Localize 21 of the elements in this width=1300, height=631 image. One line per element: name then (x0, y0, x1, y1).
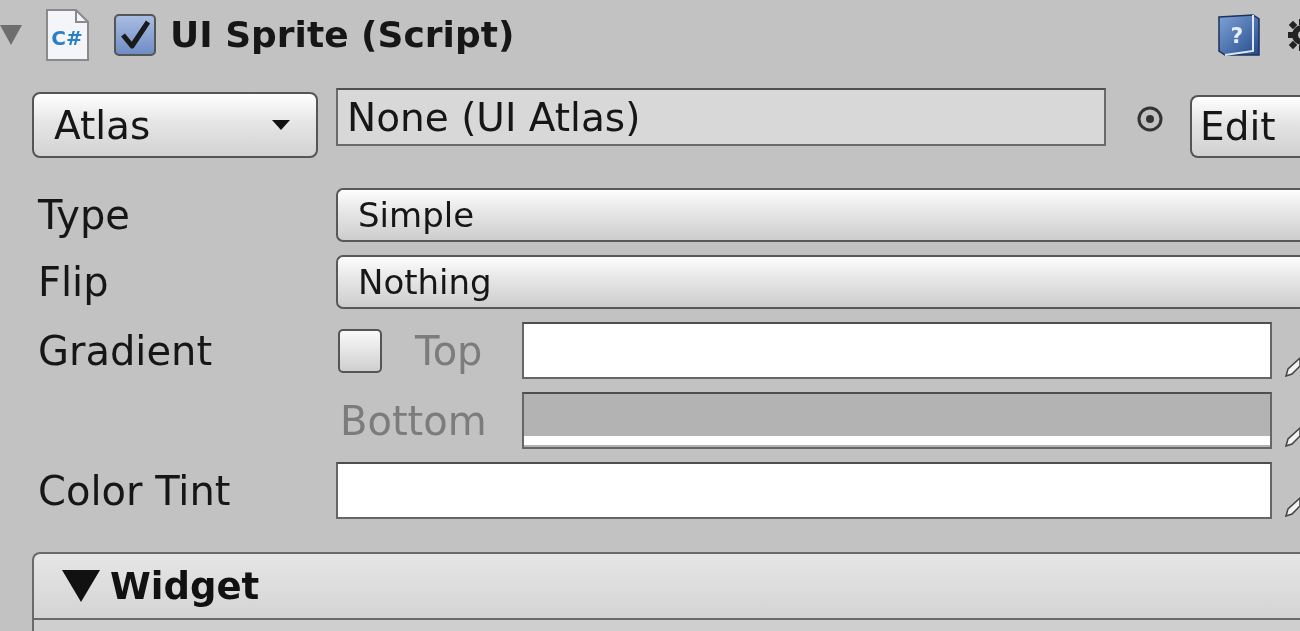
checkmark-icon (119, 19, 151, 51)
gradient-checkbox[interactable] (338, 328, 382, 373)
object-picker-icon[interactable] (1135, 104, 1165, 134)
popup-field[interactable]: Simple (336, 188, 1300, 242)
field-label: Color Tint (38, 466, 231, 515)
caret-icon (272, 120, 290, 130)
field-label: Type (38, 191, 130, 239)
edit-button[interactable]: Edit (1190, 95, 1300, 158)
popup-field[interactable]: Nothing (336, 255, 1300, 309)
gradient-stop-label: Top (415, 326, 483, 375)
script-file-icon: C# (44, 8, 90, 62)
color-field[interactable] (336, 462, 1272, 519)
section-header[interactable]: Widget (32, 552, 1300, 620)
field-label: Flip (38, 258, 109, 306)
atlas-object-field[interactable]: None (UI Atlas) (336, 88, 1106, 146)
enabled-checkbox[interactable] (114, 14, 156, 56)
component-title: UI Sprite (Script) (170, 13, 515, 57)
field-label: Gradient (38, 326, 213, 375)
atlas-dropdown[interactable]: Atlas (32, 92, 318, 158)
gradient-stop-label: Bottom (340, 396, 487, 445)
help-book-icon[interactable]: ? (1215, 13, 1263, 57)
